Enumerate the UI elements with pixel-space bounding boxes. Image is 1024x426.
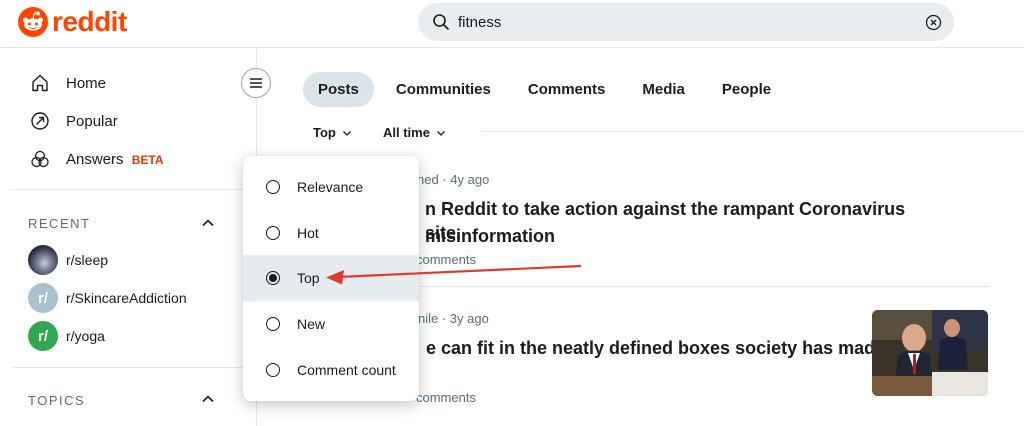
time-filter-label: All time	[383, 125, 430, 140]
sort-option-top[interactable]: Top	[243, 255, 419, 301]
search-tabs: Posts Communities Comments Media People	[303, 72, 793, 107]
recent-community-sleep[interactable]: r/sleep	[28, 245, 108, 275]
snoo-icon	[18, 7, 48, 37]
community-name: r/SkincareAddiction	[66, 290, 187, 306]
beta-badge: BETA	[131, 152, 164, 167]
sort-dropdown[interactable]: Top	[313, 125, 352, 140]
brand-wordmark: reddit	[52, 6, 127, 37]
option-label: Relevance	[297, 179, 364, 195]
community-avatar: r/	[28, 283, 58, 313]
search-input[interactable]	[458, 13, 924, 31]
chevron-down-icon	[342, 130, 351, 136]
sidebar-item-label: Home	[66, 74, 107, 92]
tab-media[interactable]: Media	[627, 72, 700, 107]
tab-people[interactable]: People	[707, 72, 786, 107]
popular-arrow-icon	[31, 112, 49, 130]
option-label: Top	[297, 270, 320, 286]
post-stats[interactable]: comments	[416, 252, 476, 267]
search-icon	[433, 14, 449, 30]
clear-circle-icon	[925, 14, 941, 30]
chevron-down-icon	[437, 130, 445, 136]
avatar-glyph: r/	[37, 327, 48, 345]
post-meta: nile · 3y ago	[418, 311, 489, 326]
radio-unselected-icon	[266, 363, 280, 377]
sidebar-divider	[12, 189, 245, 190]
sort-option-new[interactable]: New	[243, 301, 419, 347]
community-name: r/yoga	[66, 328, 105, 344]
sidebar-item-home[interactable]: Home	[30, 73, 106, 93]
tab-comments[interactable]: Comments	[513, 72, 621, 107]
sidebar-item-answers[interactable]: Answers BETA	[30, 149, 163, 169]
post-stats[interactable]: comments	[416, 390, 476, 405]
option-label: New	[297, 316, 326, 332]
option-label: Hot	[297, 225, 319, 241]
topics-section-title: TOPICS	[28, 393, 86, 408]
sidebar-item-popular[interactable]: Popular	[30, 111, 118, 131]
community-avatar: r/	[28, 321, 58, 351]
post-divider	[320, 286, 990, 287]
sort-option-comment-count[interactable]: Comment count	[243, 347, 419, 393]
post-meta: ned · 4y ago	[417, 172, 490, 187]
sidebar-divider	[12, 367, 245, 368]
avatar-glyph: r/	[37, 289, 48, 307]
sort-label: Top	[313, 125, 336, 140]
home-icon	[32, 74, 48, 92]
time-filter-dropdown[interactable]: All time	[383, 125, 446, 140]
post-thumbnail[interactable]	[872, 310, 988, 396]
tab-communities[interactable]: Communities	[381, 72, 506, 107]
chevron-up-icon[interactable]	[200, 215, 216, 231]
sidebar-item-label: Answers	[66, 150, 124, 168]
chevron-up-icon[interactable]	[200, 391, 216, 407]
menu-icon	[250, 78, 262, 88]
left-sidebar: Home Popular Answers BETA RECENT r/sleep…	[0, 49, 257, 426]
clear-search-button[interactable]	[924, 13, 942, 31]
collapse-sidebar-button[interactable]	[241, 68, 271, 98]
search-bar[interactable]	[418, 3, 954, 41]
reddit-logo[interactable]: reddit	[18, 6, 127, 38]
sort-option-relevance[interactable]: Relevance	[243, 164, 419, 210]
sidebar-item-label: Popular	[66, 112, 118, 130]
radio-selected-icon	[266, 271, 280, 285]
post-title-continued[interactable]: site.	[425, 220, 461, 247]
tab-posts[interactable]: Posts	[303, 72, 374, 107]
radio-unselected-icon	[266, 226, 280, 240]
radio-unselected-icon	[266, 180, 280, 194]
post-title[interactable]: n Reddit to take action against the ramp…	[425, 196, 1024, 250]
radio-unselected-icon	[266, 317, 280, 331]
community-name: r/sleep	[66, 252, 109, 268]
recent-community-skincareaddiction[interactable]: r/ r/SkincareAddiction	[28, 283, 187, 313]
sort-menu: Relevance Hot Top New Comment count	[243, 156, 419, 401]
post-title[interactable]: e can fit in the neatly defined boxes so…	[426, 335, 885, 362]
sort-option-hot[interactable]: Hot	[243, 210, 419, 256]
recent-section-title: RECENT	[28, 216, 91, 231]
community-avatar	[28, 245, 58, 275]
top-bar: reddit	[0, 0, 1024, 48]
option-label: Comment count	[297, 362, 396, 378]
filter-divider	[482, 131, 1024, 132]
recent-community-yoga[interactable]: r/ r/yoga	[28, 321, 105, 351]
answers-icon	[31, 150, 49, 168]
hearing-photo	[872, 310, 988, 396]
